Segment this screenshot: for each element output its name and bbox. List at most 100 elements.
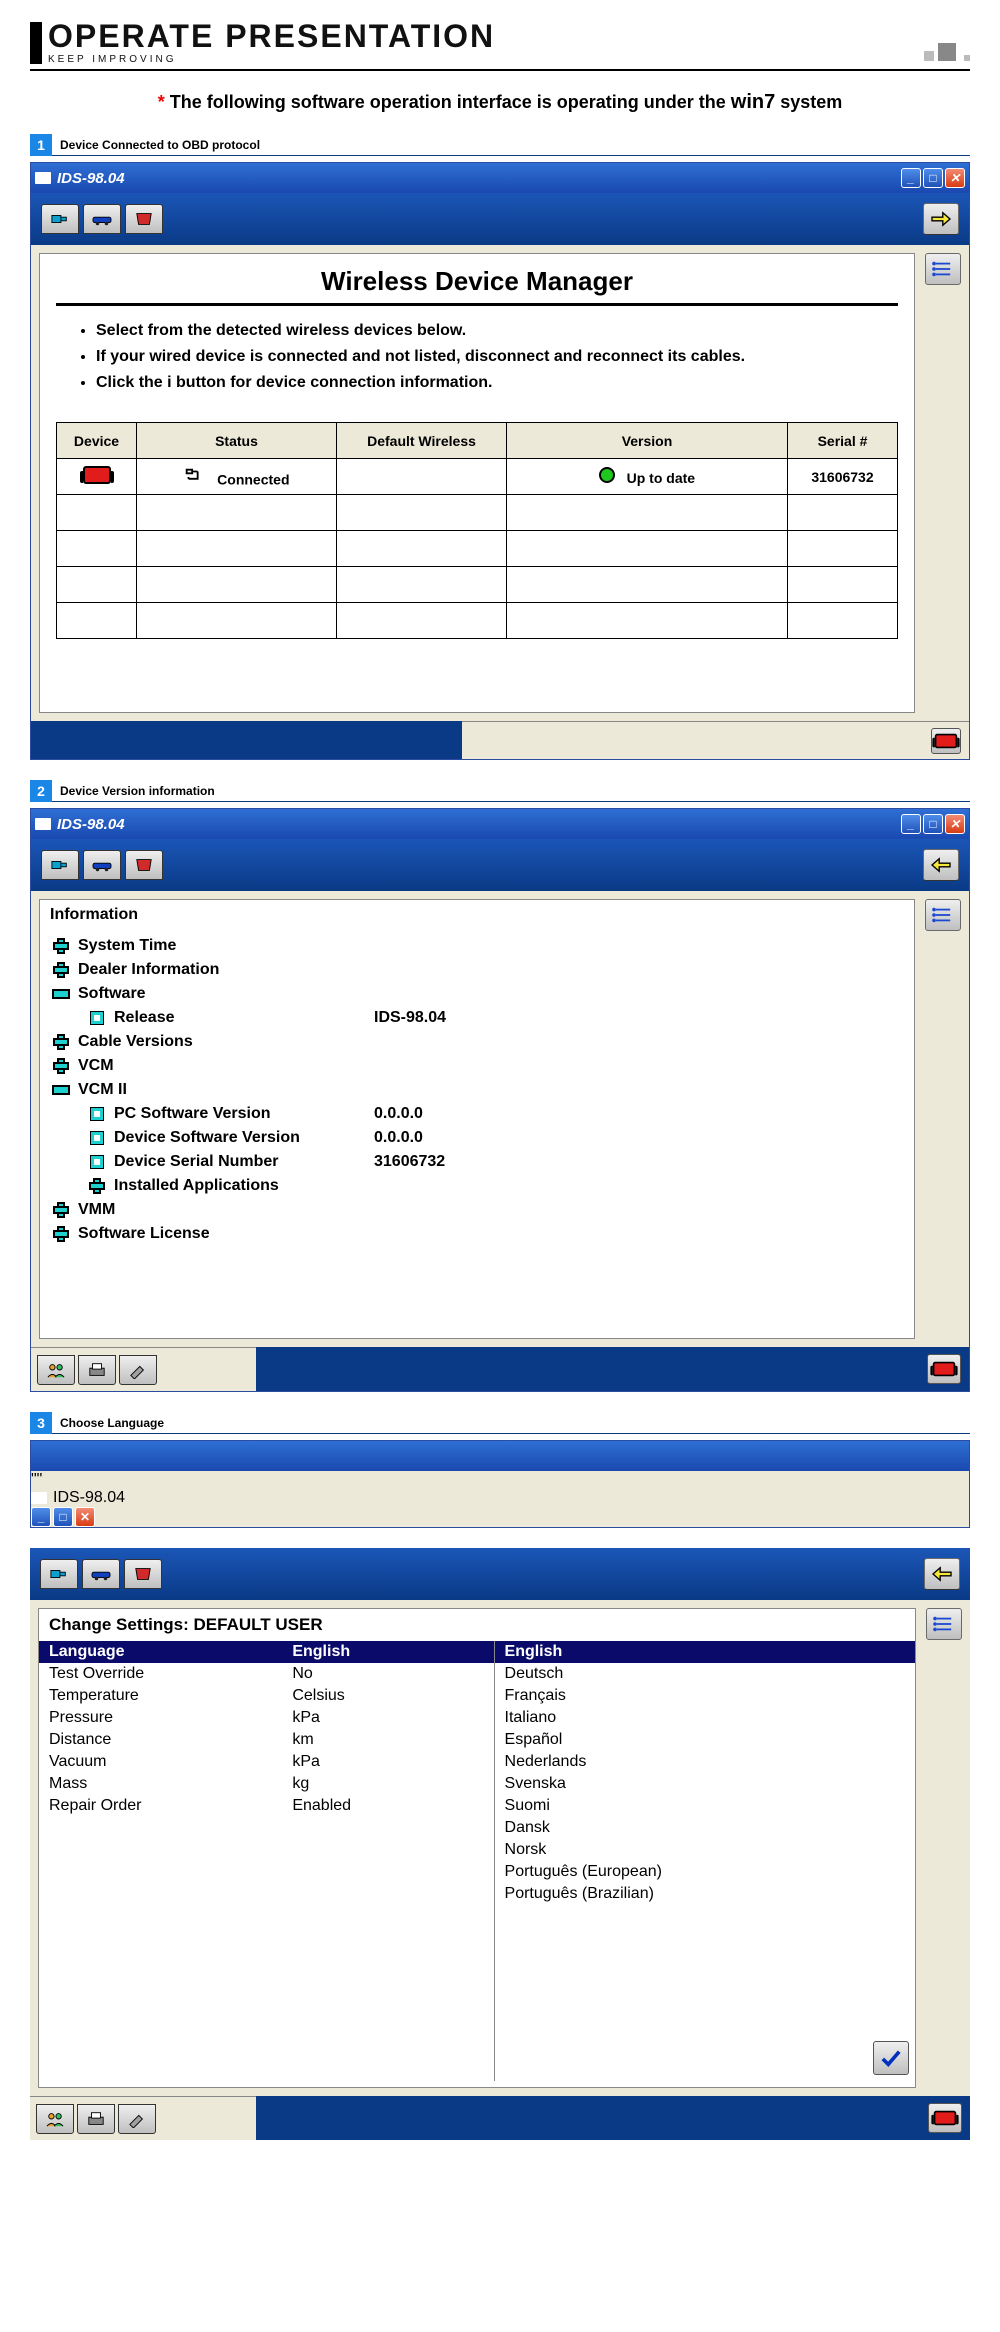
table-row xyxy=(57,567,898,603)
minimize-button[interactable]: _ xyxy=(901,814,921,834)
device-badge-button[interactable] xyxy=(927,1354,961,1384)
maximize-button[interactable]: □ xyxy=(53,1507,73,1527)
confirm-button[interactable] xyxy=(873,2041,909,2075)
device-badge-button[interactable] xyxy=(931,728,961,754)
tab-users-icon[interactable] xyxy=(37,1355,75,1385)
maximize-button[interactable]: □ xyxy=(923,168,943,188)
tab-connector-icon[interactable] xyxy=(41,204,79,234)
tree-item-software[interactable]: Software xyxy=(50,982,904,1006)
tab-printer-icon[interactable] xyxy=(78,1355,116,1385)
tab-users-icon[interactable] xyxy=(36,2104,74,2134)
setting-value: No xyxy=(292,1665,483,1683)
th-serial: Serial # xyxy=(788,423,898,459)
tree-item-system-time[interactable]: System Time xyxy=(50,934,904,958)
page-subtitle: KEEP IMPROVING xyxy=(48,54,495,65)
title-bar[interactable]: IDS-98.04 _ □ ✕ xyxy=(31,163,969,193)
language-option-selected[interactable]: English xyxy=(495,1641,915,1663)
window-title: IDS-98.04 xyxy=(57,816,125,833)
language-option[interactable]: Svenska xyxy=(495,1773,915,1795)
tab-printer-icon[interactable] xyxy=(77,2104,115,2134)
list-view-button[interactable] xyxy=(925,253,961,285)
language-option[interactable]: Français xyxy=(495,1685,915,1707)
tree-item-dev-sn[interactable]: Device Serial Number31606732 xyxy=(50,1150,904,1174)
tree-item-dev-sw[interactable]: Device Software Version0.0.0.0 xyxy=(50,1126,904,1150)
window-information: IDS-98.04 _ □ ✕ Information xyxy=(30,808,970,1392)
tree-item-pc-sw[interactable]: PC Software Version0.0.0.0 xyxy=(50,1102,904,1126)
minimize-button[interactable]: _ xyxy=(31,1507,51,1527)
tab-connector-icon[interactable] xyxy=(40,1559,78,1589)
tree-item-vcm[interactable]: VCM xyxy=(50,1054,904,1078)
language-option[interactable]: Português (European) xyxy=(495,1861,915,1883)
language-option[interactable]: Norsk xyxy=(495,1839,915,1861)
settings-header: Change Settings: DEFAULT USER xyxy=(39,1609,915,1641)
list-view-button[interactable] xyxy=(926,1608,962,1640)
th-version: Version xyxy=(507,423,788,459)
tab-vehicle-icon[interactable] xyxy=(83,204,121,234)
language-option[interactable]: Español xyxy=(495,1729,915,1751)
device-badge-button[interactable] xyxy=(928,2103,962,2133)
expand-icon xyxy=(52,1057,70,1075)
language-option[interactable]: Nederlands xyxy=(495,1751,915,1773)
language-option[interactable]: Suomi xyxy=(495,1795,915,1817)
step-2-text: Device Version information xyxy=(52,784,215,798)
close-button[interactable]: ✕ xyxy=(945,814,965,834)
close-button[interactable]: ✕ xyxy=(945,168,965,188)
tab-vehicle-icon[interactable] xyxy=(82,1559,120,1589)
setting-row[interactable]: PressurekPa xyxy=(39,1707,494,1729)
app-icon xyxy=(35,172,51,184)
page-caption: * The following software operation inter… xyxy=(30,91,970,114)
toolbar xyxy=(31,839,969,891)
instruction-item: If your wired device is connected and no… xyxy=(96,348,898,366)
leaf-icon xyxy=(91,1132,103,1144)
tab-tools-icon[interactable] xyxy=(118,2104,156,2134)
tree-item-dealer-info[interactable]: Dealer Information xyxy=(50,958,904,982)
language-option[interactable]: Deutsch xyxy=(495,1663,915,1685)
setting-row[interactable]: Test OverrideNo xyxy=(39,1663,494,1685)
tree-item-installed[interactable]: Installed Applications xyxy=(50,1174,904,1198)
tab-vehicle-icon[interactable] xyxy=(83,850,121,880)
expand-icon xyxy=(52,961,70,979)
settings-panel: Change Settings: DEFAULT USER Language E… xyxy=(38,1608,916,2088)
minimize-button[interactable]: _ xyxy=(901,168,921,188)
step-2-label: 2 Device Version information xyxy=(30,780,970,802)
tab-badge-icon[interactable] xyxy=(124,1559,162,1589)
tree-item-vcm2[interactable]: VCM II xyxy=(50,1078,904,1102)
info-tree: System Time Dealer Information Software … xyxy=(40,930,914,1256)
tree-item-license[interactable]: Software License xyxy=(50,1222,904,1246)
setting-value: Enabled xyxy=(292,1797,483,1815)
header-decoration xyxy=(924,43,970,65)
setting-row[interactable]: TemperatureCelsius xyxy=(39,1685,494,1707)
tree-item-release[interactable]: ReleaseIDS-98.04 xyxy=(50,1006,904,1030)
device-manager-panel: Wireless Device Manager Select from the … xyxy=(39,253,915,713)
table-row[interactable]: Connected Up to date 31606732 xyxy=(57,459,898,495)
setting-row[interactable]: Distancekm xyxy=(39,1729,494,1751)
expand-icon xyxy=(52,937,70,955)
title-bar[interactable]: IDS-98.04 _ □ ✕ xyxy=(31,809,969,839)
step-3-text: Choose Language xyxy=(52,1416,164,1430)
tab-tools-icon[interactable] xyxy=(119,1355,157,1385)
forward-button[interactable] xyxy=(923,203,959,235)
setting-key: Repair Order xyxy=(49,1797,292,1815)
setting-row-language[interactable]: Language English xyxy=(39,1641,494,1663)
back-button[interactable] xyxy=(923,849,959,881)
step-2-number: 2 xyxy=(30,780,52,802)
setting-key: Distance xyxy=(49,1731,292,1749)
language-option[interactable]: Dansk xyxy=(495,1817,915,1839)
table-row xyxy=(57,531,898,567)
close-button[interactable]: ✕ xyxy=(75,1507,95,1527)
tab-connector-icon[interactable] xyxy=(41,850,79,880)
setting-row[interactable]: Masskg xyxy=(39,1773,494,1795)
setting-value: kPa xyxy=(292,1753,483,1771)
language-option[interactable]: Português (Brazilian) xyxy=(495,1883,915,1905)
setting-row[interactable]: VacuumkPa xyxy=(39,1751,494,1773)
tree-item-cable[interactable]: Cable Versions xyxy=(50,1030,904,1054)
list-view-button[interactable] xyxy=(925,899,961,931)
tree-item-vmm[interactable]: VMM xyxy=(50,1198,904,1222)
tab-badge-icon[interactable] xyxy=(125,204,163,234)
language-option[interactable]: Italiano xyxy=(495,1707,915,1729)
setting-row[interactable]: Repair OrderEnabled xyxy=(39,1795,494,1817)
maximize-button[interactable]: □ xyxy=(923,814,943,834)
th-device: Device xyxy=(57,423,137,459)
back-button[interactable] xyxy=(924,1558,960,1590)
tab-badge-icon[interactable] xyxy=(125,850,163,880)
